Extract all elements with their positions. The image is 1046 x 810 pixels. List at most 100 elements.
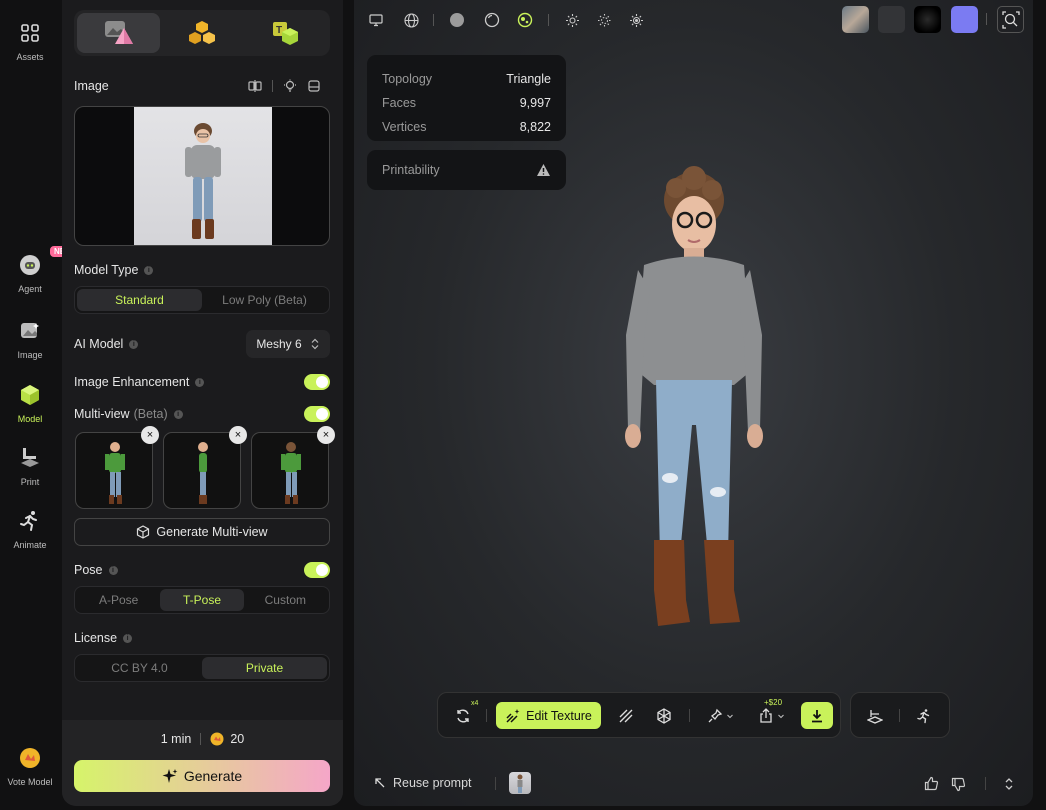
mode-text-to-3d-button[interactable]: T [244, 13, 327, 53]
rig-dropdown-button[interactable] [703, 705, 737, 727]
printability-panel[interactable]: Printability [367, 150, 566, 190]
pose-toggle[interactable] [304, 562, 330, 578]
export-dropdown-button[interactable] [754, 705, 788, 727]
expand-collapse-icon[interactable] [1004, 777, 1014, 796]
rail-label: Assets [16, 52, 44, 62]
texture-brush-icon [506, 708, 520, 723]
3d-viewport[interactable]: Topology Triangle Faces 9,997 Vertices 8,82… [354, 0, 1033, 806]
sun-icon[interactable] [626, 10, 646, 30]
hatch-icon [619, 709, 633, 723]
cubes-icon [188, 21, 215, 44]
pose-a-option[interactable]: A-Pose [77, 589, 160, 611]
rail-item-vote-model[interactable]: Vote Model [0, 745, 60, 787]
pose-custom-option[interactable]: Custom [244, 589, 327, 611]
mode-multi-cube-button[interactable] [160, 13, 243, 53]
generate-multiview-button[interactable]: Generate Multi-view [74, 518, 330, 546]
model-type-low-poly-option[interactable]: Low Poly (Beta) [202, 289, 327, 311]
remove-view-button[interactable]: × [141, 426, 159, 444]
texture-pattern-button[interactable] [615, 705, 637, 727]
credits-cost: 20 [230, 732, 245, 746]
edit-texture-button[interactable]: Edit Texture [496, 702, 601, 729]
gallery-icon[interactable] [307, 79, 321, 93]
rail-item-print[interactable]: Print [0, 445, 60, 487]
multiview-thumb-side[interactable]: × [163, 426, 247, 509]
left-rail: Assets NEW Agent Image Model Print Anima… [0, 0, 79, 810]
remove-view-button[interactable]: × [229, 426, 247, 444]
reuse-prompt-button[interactable]: Reuse prompt [374, 776, 472, 790]
3d-character-model[interactable] [614, 160, 774, 640]
environment-swatch-black[interactable] [914, 6, 941, 33]
stat-vertices: Vertices 8,822 [382, 120, 551, 134]
divider [200, 733, 202, 745]
mode-switcher: T [74, 10, 330, 56]
rail-item-agent[interactable]: NEW Agent [0, 244, 79, 294]
solid-shading-icon[interactable] [447, 10, 467, 30]
image-enhancement-toggle[interactable] [304, 374, 330, 390]
model-type-title: Model Type i [74, 263, 154, 277]
ai-model-title: AI Model i [74, 337, 139, 351]
remove-view-button[interactable]: × [317, 426, 335, 444]
model-type-selector: Standard Low Poly (Beta) [74, 286, 330, 314]
mesh-icon [657, 708, 671, 724]
divider [689, 709, 690, 722]
pose-t-option[interactable]: T-Pose [160, 589, 244, 611]
info-icon[interactable]: i [129, 339, 139, 349]
animate-button[interactable] [913, 705, 935, 727]
pose-title: Pose i [74, 563, 118, 577]
environment-swatch-purple[interactable] [951, 6, 978, 33]
generate-button[interactable]: Generate [74, 760, 330, 792]
compare-icon[interactable] [248, 79, 262, 93]
light-dashed-icon[interactable] [594, 10, 614, 30]
stat-topology: Topology Triangle [382, 72, 551, 86]
license-private-option[interactable]: Private [202, 657, 327, 679]
multiview-toggle[interactable] [304, 406, 330, 422]
source-image-thumbnail[interactable] [509, 772, 531, 794]
running-icon [917, 709, 930, 724]
environment-swatch-photo[interactable] [842, 6, 869, 33]
download-icon [812, 709, 822, 722]
lightbulb-icon[interactable] [283, 79, 297, 93]
rail-item-assets[interactable]: Assets [0, 20, 60, 62]
info-icon[interactable]: i [195, 377, 205, 387]
license-cc-option[interactable]: CC BY 4.0 [77, 657, 202, 679]
info-icon[interactable]: i [144, 265, 154, 275]
image-section-title: Image [74, 79, 109, 93]
image-enhancement-title: Image Enhancement i [74, 375, 205, 389]
mode-image-to-3d-button[interactable] [77, 13, 161, 53]
multiview-thumb-front[interactable]: × [75, 426, 159, 509]
character-reference-image [134, 107, 272, 245]
clay-shading-icon[interactable] [482, 10, 502, 30]
zoom-fit-button[interactable] [997, 6, 1024, 33]
model-type-standard-option[interactable]: Standard [77, 289, 202, 311]
rail-item-animate[interactable]: Animate [0, 508, 60, 550]
pose-selector: A-Pose T-Pose Custom [74, 586, 330, 614]
input-image-preview[interactable] [74, 106, 330, 246]
info-icon[interactable]: i [173, 409, 183, 419]
mesh-button[interactable] [653, 705, 675, 727]
print-icon [17, 445, 43, 471]
info-icon[interactable]: i [108, 565, 118, 575]
texture-shading-icon[interactable] [515, 10, 535, 30]
pin-icon [708, 708, 722, 723]
rail-item-model[interactable]: Model [0, 382, 60, 424]
info-icon[interactable]: i [123, 633, 133, 643]
wireframe-globe-icon[interactable] [401, 10, 421, 30]
cube-icon [17, 382, 43, 408]
remesh-button[interactable] [452, 705, 474, 727]
rail-item-image[interactable]: Image [0, 318, 60, 360]
remesh-count-badge: x4 [471, 700, 479, 707]
thumbs-down-icon[interactable] [951, 777, 966, 797]
environment-swatch-gray[interactable] [878, 6, 905, 33]
license-title: License i [74, 631, 133, 645]
multiview-thumb-back[interactable]: × [251, 426, 335, 509]
remesh-settings-button[interactable] [864, 705, 886, 727]
monitor-icon[interactable] [366, 10, 386, 30]
chevron-updown-icon [311, 338, 319, 350]
thumbs-up-icon[interactable] [924, 776, 939, 796]
ai-model-select[interactable]: Meshy 6 [246, 330, 330, 358]
license-selector: CC BY 4.0 Private [74, 654, 330, 682]
mesh-stats-panel: Topology Triangle Faces 9,997 Vertices 8,82… [367, 55, 566, 141]
download-button[interactable] [801, 702, 833, 729]
character-side-view [198, 442, 208, 504]
light-icon[interactable] [562, 10, 582, 30]
